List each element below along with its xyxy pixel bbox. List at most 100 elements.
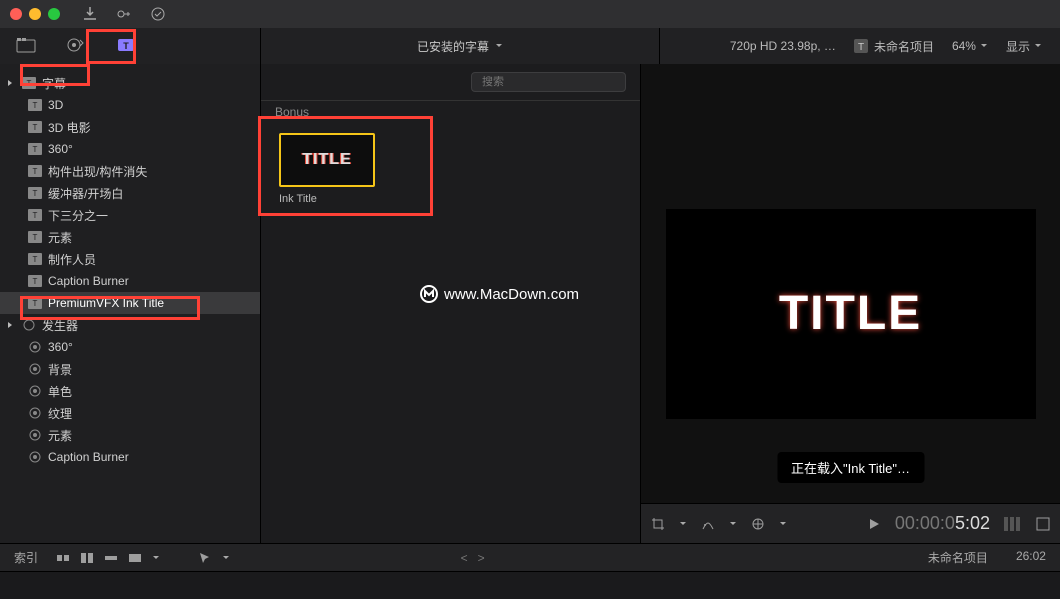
preview-title-text: TITLE — [779, 286, 922, 341]
timeline-project-label: 未命名项目 — [928, 549, 988, 566]
minimize-window-button[interactable] — [29, 8, 41, 20]
browser-panel: Bonus TITLE Ink Title — [260, 64, 640, 543]
chevron-down-icon — [779, 520, 787, 528]
sidebar-item-label: 纹理 — [48, 405, 72, 422]
generator-item-icon — [28, 385, 42, 397]
sidebar-item-label: 360° — [48, 142, 73, 156]
sidebar-item[interactable]: T 缓冲器/开场白 — [0, 182, 260, 204]
title-item-icon: T — [28, 253, 42, 265]
sidebar-item-label: 3D 电影 — [48, 119, 91, 136]
sidebar-item[interactable]: 元素 — [0, 424, 260, 446]
view-dropdown[interactable]: 显示 — [1006, 38, 1042, 55]
svg-text:T: T — [33, 189, 38, 198]
svg-text:T: T — [858, 42, 864, 53]
title-thumbnail[interactable]: TITLE — [279, 133, 375, 187]
zoom-window-button[interactable] — [48, 8, 60, 20]
svg-text:T: T — [33, 211, 38, 220]
disclosure-triangle-icon[interactable] — [6, 320, 16, 330]
chevron-down-icon — [222, 554, 230, 562]
viewer-canvas[interactable]: TITLE 正在载入"Ink Title"… — [641, 64, 1060, 503]
search-input[interactable] — [482, 76, 624, 88]
timeline-toolbar: 索引 < > 未命名项目 26:02 — [0, 543, 1060, 571]
transport-bar: 00:00:05:02 — [641, 503, 1060, 543]
title-icon: T — [854, 39, 868, 53]
disclosure-triangle-icon[interactable] — [6, 78, 16, 88]
title-item-icon: T — [28, 231, 42, 243]
sidebar-item[interactable]: 360° — [0, 336, 260, 358]
clip-appearance-icon[interactable] — [56, 551, 70, 565]
sidebar-item[interactable]: T元素 — [0, 226, 260, 248]
generator-category-icon — [22, 319, 36, 331]
title-item-icon: T — [28, 187, 42, 199]
search-field[interactable] — [471, 72, 626, 92]
sidebar-item[interactable]: T下三分之一 — [0, 204, 260, 226]
sidebar-item[interactable]: T360° — [0, 138, 260, 160]
play-button-icon[interactable] — [867, 517, 881, 531]
browser-scope-dropdown[interactable]: 已安装的字幕 — [261, 38, 659, 55]
generator-item-icon — [28, 363, 42, 375]
project-name-label: 未命名项目 — [874, 38, 934, 55]
sidebar-item-label: 元素 — [48, 427, 72, 444]
sidebar-item[interactable]: 背景 — [0, 358, 260, 380]
audio-meters-icon[interactable] — [1004, 517, 1022, 531]
select-tool-icon[interactable] — [198, 551, 212, 565]
svg-text:T: T — [33, 255, 38, 264]
sidebar-item[interactable]: T Caption Burner — [0, 270, 260, 292]
svg-text:T: T — [33, 123, 38, 132]
sidebar-item-label: Caption Burner — [48, 274, 129, 288]
sidebar-item-label: 制作人员 — [48, 251, 96, 268]
svg-text:T: T — [33, 101, 38, 110]
generator-item-icon — [28, 451, 42, 463]
audio-browser-tab[interactable] — [62, 33, 90, 60]
preview-frame: TITLE — [666, 209, 1036, 419]
index-button[interactable]: 索引 — [14, 549, 38, 566]
keyword-icon[interactable] — [116, 6, 132, 22]
sidebar-item[interactable]: T 3D — [0, 94, 260, 116]
titles-browser-tab[interactable]: T — [112, 33, 140, 60]
sidebar-item-label: Caption Burner — [48, 450, 129, 464]
zoom-dropdown[interactable]: 64% — [952, 39, 988, 53]
color-tool-icon[interactable] — [751, 517, 765, 531]
import-icon[interactable] — [82, 6, 98, 22]
generator-item-icon — [28, 407, 42, 419]
sidebar-item-label: 背景 — [48, 361, 72, 378]
sidebar-group-label: 发生器 — [42, 317, 78, 334]
svg-text:T: T — [33, 233, 38, 242]
thumbnail-preview-text: TITLE — [302, 151, 351, 169]
chevron-down-icon — [679, 520, 687, 528]
svg-text:T: T — [33, 277, 38, 286]
sidebar-group-titles[interactable]: T 字幕 — [0, 72, 260, 94]
media-browser-tab[interactable] — [12, 33, 40, 60]
title-item-icon: T — [28, 165, 42, 177]
fullscreen-icon[interactable] — [1036, 517, 1050, 531]
sidebar-item[interactable]: Caption Burner — [0, 446, 260, 468]
sidebar-item[interactable]: TPremiumVFX Ink Title — [0, 292, 260, 314]
sidebar-item[interactable]: T 制作人员 — [0, 248, 260, 270]
sidebar-item[interactable]: T 3D 电影 — [0, 116, 260, 138]
watermark-logo-icon — [420, 285, 438, 303]
timeline-nav-arrows[interactable]: < > — [461, 551, 485, 565]
clip-appearance-icon[interactable] — [128, 551, 142, 565]
title-item-icon: T — [28, 121, 42, 133]
browser-scope-label: 已安装的字幕 — [417, 38, 489, 55]
svg-text:T: T — [33, 299, 38, 308]
sidebar-item[interactable]: 单色 — [0, 380, 260, 402]
close-window-button[interactable] — [10, 8, 22, 20]
clip-appearance-icon[interactable] — [80, 551, 94, 565]
svg-text:T: T — [27, 79, 32, 88]
timecode-display[interactable]: 00:00:05:02 — [895, 513, 990, 534]
chevron-down-icon — [980, 42, 988, 50]
crop-tool-icon[interactable] — [651, 517, 665, 531]
svg-text:T: T — [33, 167, 38, 176]
sidebar-group-generators[interactable]: 发生器 — [0, 314, 260, 336]
sidebar-item-label: 缓冲器/开场白 — [48, 185, 123, 202]
retime-tool-icon[interactable] — [701, 517, 715, 531]
clip-appearance-icon[interactable] — [104, 551, 118, 565]
background-tasks-icon[interactable] — [150, 6, 166, 22]
sidebar-item[interactable]: T构件出现/构件消失 — [0, 160, 260, 182]
title-item-icon: T — [28, 99, 42, 111]
title-item-icon: T — [28, 275, 42, 287]
browser-section-header: Bonus — [261, 100, 640, 123]
sidebar-item[interactable]: 纹理 — [0, 402, 260, 424]
sidebar-item-label: 3D — [48, 98, 63, 112]
